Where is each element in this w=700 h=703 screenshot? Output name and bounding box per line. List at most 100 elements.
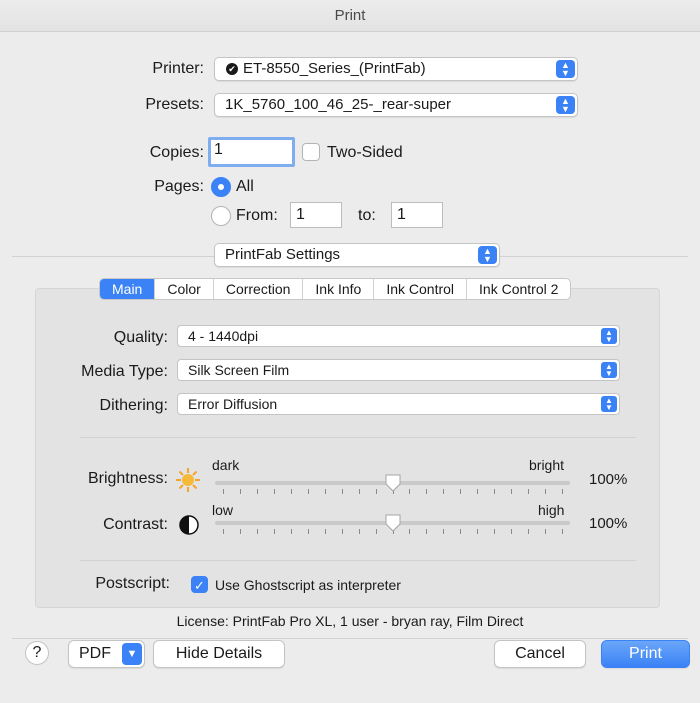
chevron-updown-icon: ▲ ▼ bbox=[478, 246, 497, 264]
brightness-slider-knob[interactable] bbox=[385, 474, 401, 492]
contrast-icon bbox=[178, 514, 200, 536]
quality-value: 4 - 1440dpi bbox=[188, 328, 259, 344]
slider-tick bbox=[545, 529, 547, 534]
tab-correction[interactable]: Correction bbox=[214, 279, 304, 299]
slider-tick bbox=[477, 489, 479, 494]
pages-to-field[interactable]: 1 bbox=[391, 202, 443, 228]
tab-main[interactable]: Main bbox=[100, 279, 156, 299]
ghostscript-checkbox[interactable]: ✓ bbox=[191, 576, 208, 593]
chevron-updown-icon: ▲ ▼ bbox=[601, 328, 617, 344]
pdf-menu-button[interactable]: PDF ▼ bbox=[68, 640, 145, 668]
contrast-max-label: high bbox=[538, 502, 565, 518]
slider-tick bbox=[511, 489, 513, 494]
pages-all-label: All bbox=[236, 178, 254, 195]
brightness-label: Brightness: bbox=[87, 470, 168, 487]
slider-tick bbox=[460, 489, 462, 494]
tab-ink-info[interactable]: Ink Info bbox=[303, 279, 375, 299]
slider-tick bbox=[256, 529, 258, 534]
tab-bar: Main Color Correction Ink Info Ink Contr… bbox=[99, 278, 572, 300]
brightness-max-label: bright bbox=[529, 457, 565, 473]
dithering-value: Error Diffusion bbox=[188, 396, 278, 412]
pages-all-radio[interactable] bbox=[211, 177, 231, 197]
brightness-min-label: dark bbox=[212, 457, 240, 473]
two-sided-checkbox[interactable] bbox=[302, 143, 320, 161]
contrast-min-label: low bbox=[212, 502, 234, 518]
contrast-value: 100% bbox=[589, 515, 628, 532]
quality-label: Quality: bbox=[113, 329, 168, 346]
tab-ink-control[interactable]: Ink Control bbox=[374, 279, 468, 299]
slider-tick bbox=[358, 489, 360, 494]
contrast-slider-knob[interactable] bbox=[385, 514, 401, 532]
slider-tick bbox=[358, 529, 360, 534]
chevron-down-icon: ▼ bbox=[122, 643, 142, 665]
slider-tick bbox=[562, 529, 563, 534]
presets-label: Presets: bbox=[145, 96, 204, 113]
slider-tick bbox=[223, 529, 224, 534]
slider-tick bbox=[239, 529, 241, 534]
copies-label: Copies: bbox=[149, 144, 204, 161]
chevron-updown-icon: ▲ ▼ bbox=[601, 396, 617, 412]
tab-color[interactable]: Color bbox=[155, 279, 214, 299]
help-button[interactable]: ? bbox=[25, 641, 49, 665]
slider-tick bbox=[324, 529, 326, 534]
slider-tick bbox=[307, 529, 309, 534]
slider-tick bbox=[460, 529, 462, 534]
slider-tick bbox=[341, 529, 343, 534]
slider-tick bbox=[562, 489, 563, 494]
slider-tick bbox=[528, 489, 530, 494]
presets-value: 1K_5760_100_46_25-_rear-super bbox=[225, 96, 452, 113]
media-type-value: Silk Screen Film bbox=[188, 362, 290, 378]
slider-tick bbox=[426, 489, 428, 494]
slider-tick bbox=[375, 489, 377, 494]
slider-tick bbox=[273, 489, 275, 494]
pages-range-radio[interactable] bbox=[211, 206, 231, 226]
chevron-updown-icon: ▲ ▼ bbox=[601, 362, 617, 378]
ghostscript-label: Use Ghostscript as interpreter bbox=[215, 577, 401, 593]
brightness-value: 100% bbox=[589, 471, 628, 488]
slider-tick bbox=[290, 529, 292, 534]
slider-tick bbox=[375, 529, 377, 534]
slider-tick bbox=[443, 529, 445, 534]
slider-tick bbox=[426, 529, 428, 534]
printer-popup[interactable]: ✔ ET-8550_Series_(PrintFab) ▲ ▼ bbox=[214, 57, 578, 81]
printer-value: ET-8550_Series_(PrintFab) bbox=[243, 60, 426, 77]
slider-tick bbox=[494, 529, 496, 534]
slider-tick bbox=[273, 529, 275, 534]
section-popup[interactable]: PrintFab Settings ▲ ▼ bbox=[214, 243, 500, 267]
copies-field[interactable]: 1 bbox=[208, 137, 295, 167]
slider-tick bbox=[409, 489, 411, 494]
pages-from-field[interactable]: 1 bbox=[290, 202, 342, 228]
postscript-label: Postscript: bbox=[95, 575, 170, 592]
slider-tick bbox=[494, 489, 496, 494]
chevron-updown-icon: ▲ ▼ bbox=[556, 96, 575, 114]
presets-popup[interactable]: 1K_5760_100_46_25-_rear-super ▲ ▼ bbox=[214, 93, 578, 117]
pages-from-label: From: bbox=[236, 207, 278, 224]
window-title: Print bbox=[0, 0, 700, 32]
hide-details-button[interactable]: Hide Details bbox=[153, 640, 285, 668]
cancel-button[interactable]: Cancel bbox=[494, 640, 586, 668]
slider-tick bbox=[511, 529, 513, 534]
contrast-label: Contrast: bbox=[103, 516, 168, 533]
slider-tick bbox=[409, 529, 411, 534]
pages-to-label: to: bbox=[358, 207, 376, 224]
divider bbox=[12, 638, 688, 639]
slider-tick bbox=[239, 489, 241, 494]
sun-icon bbox=[175, 467, 201, 493]
slider-tick bbox=[545, 489, 547, 494]
printer-status-icon: ✔ bbox=[226, 63, 238, 75]
print-button[interactable]: Print bbox=[601, 640, 690, 668]
dithering-label: Dithering: bbox=[99, 397, 168, 414]
slider-tick bbox=[443, 489, 445, 494]
slider-tick bbox=[528, 529, 530, 534]
pages-label: Pages: bbox=[154, 178, 204, 195]
tab-ink-control-2[interactable]: Ink Control 2 bbox=[467, 279, 570, 299]
dithering-popup[interactable]: Error Diffusion ▲ ▼ bbox=[177, 393, 620, 415]
quality-popup[interactable]: 4 - 1440dpi ▲ ▼ bbox=[177, 325, 620, 347]
license-text: License: PrintFab Pro XL, 1 user - bryan… bbox=[176, 613, 524, 629]
media-type-label: Media Type: bbox=[81, 363, 168, 380]
media-type-popup[interactable]: Silk Screen Film ▲ ▼ bbox=[177, 359, 620, 381]
section-popup-value: PrintFab Settings bbox=[225, 246, 341, 263]
slider-tick bbox=[223, 489, 224, 494]
chevron-updown-icon: ▲ ▼ bbox=[556, 60, 575, 78]
panel-divider bbox=[80, 560, 636, 561]
